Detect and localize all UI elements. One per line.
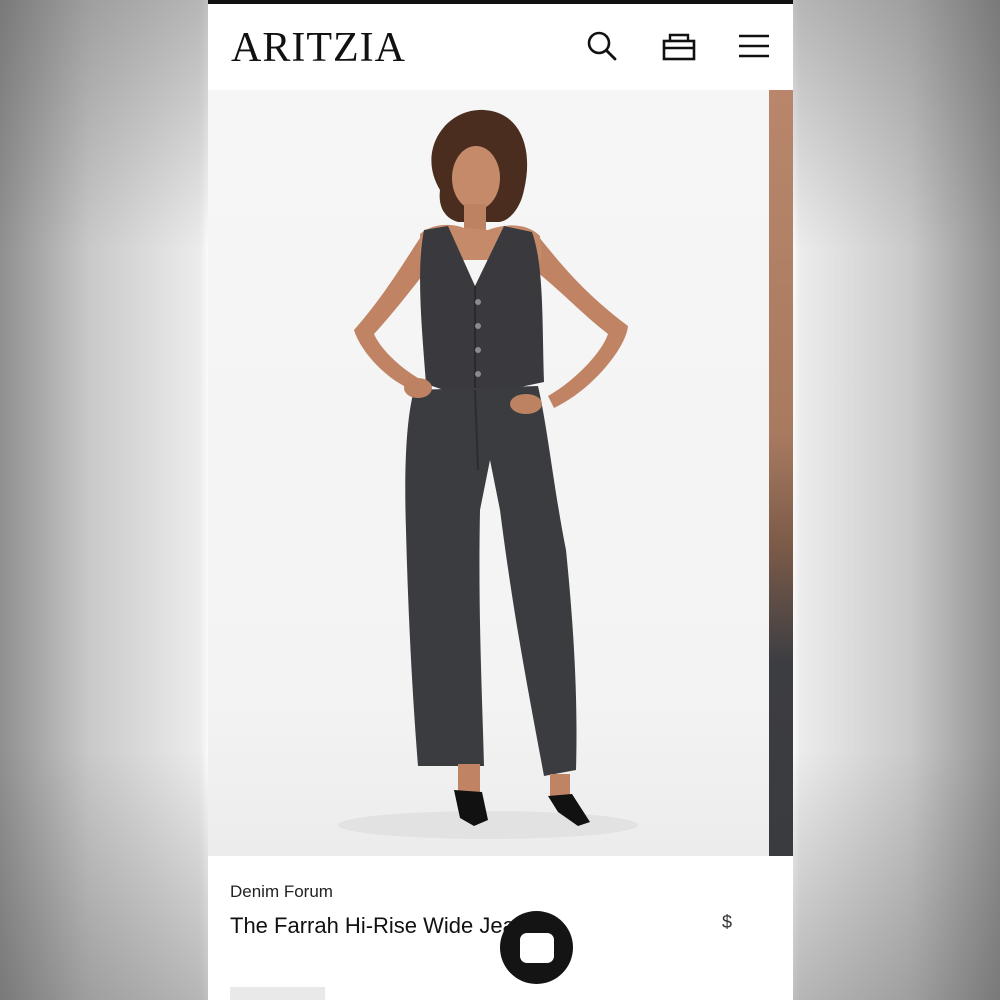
product-brand[interactable]: Denim Forum [230,882,333,902]
chat-button[interactable] [500,911,573,984]
search-button[interactable] [582,26,622,66]
mobile-viewport: ARITZIA Denim Forum The Farrah Hi-Rise W… [208,0,793,1000]
aritzia-logo[interactable]: ARITZIA [231,24,406,72]
product-title: The Farrah Hi-Rise Wide Jean [230,913,528,938]
bag-icon [662,33,696,61]
product-price: $ [722,912,733,932]
menu-button[interactable] [734,26,774,66]
search-icon [587,31,617,61]
site-header: ARITZIA [208,4,793,90]
shopping-bag-button[interactable] [659,26,699,66]
menu-icon [739,34,769,58]
model-photo [338,109,638,839]
chat-icon [519,932,554,963]
product-image-carousel[interactable] [208,90,793,856]
product-info: Denim Forum The Farrah Hi-Rise Wide Jean… [208,856,793,1000]
product-image-main[interactable] [208,90,769,856]
product-image-next-peek[interactable] [769,90,793,856]
product-tag [230,987,325,1000]
